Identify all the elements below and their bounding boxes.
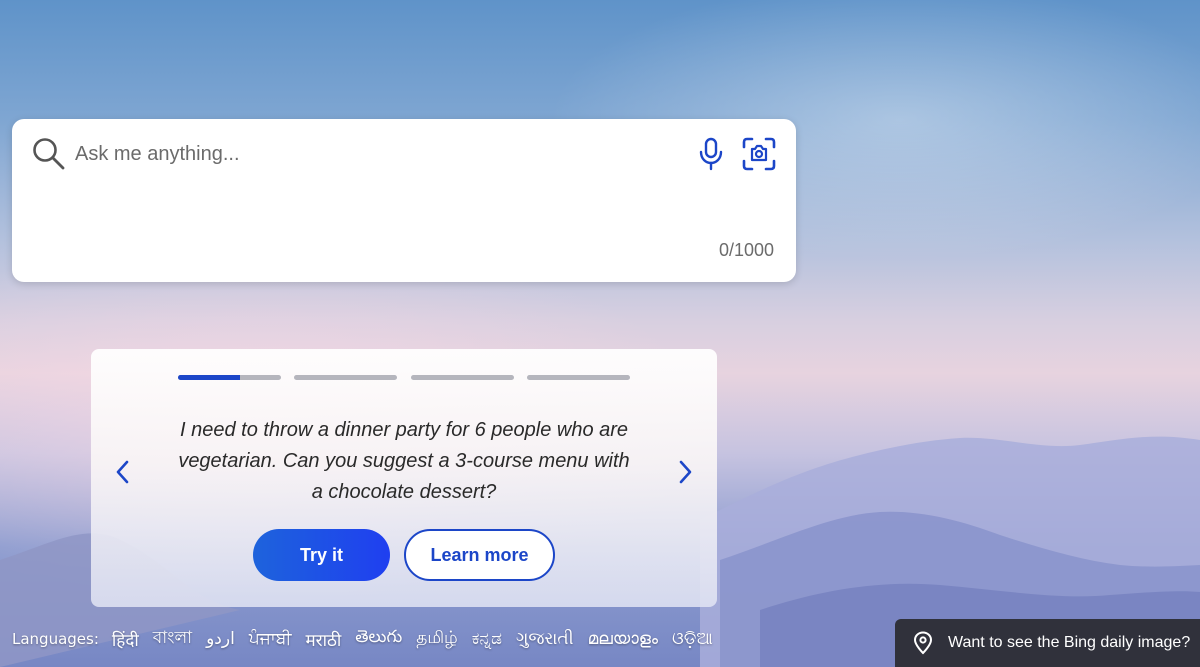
language-link-hindi[interactable]: हिंदी	[112, 628, 139, 651]
daily-image-text: Want to see the Bing daily image?	[948, 634, 1191, 651]
languages-label: Languages:	[12, 630, 99, 648]
daily-image-banner[interactable]: Want to see the Bing daily image?	[895, 619, 1200, 667]
language-link-malayalam[interactable]: മലയാളം	[588, 629, 658, 649]
language-link-marathi[interactable]: मराठी	[305, 628, 341, 651]
language-link-gujarati[interactable]: ગુજરાતી	[516, 629, 574, 649]
learn-more-button[interactable]: Learn more	[404, 529, 555, 581]
progress-segment[interactable]	[527, 375, 630, 380]
progress-segment[interactable]	[294, 375, 397, 380]
search-input[interactable]	[75, 141, 675, 167]
visual-search-icon[interactable]	[741, 136, 777, 172]
search-icon	[33, 138, 65, 170]
progress-segment[interactable]	[178, 375, 281, 380]
language-link-punjabi[interactable]: ਪੰਜਾਬੀ	[249, 629, 292, 649]
suggestion-prompt: I need to throw a dinner party for 6 peo…	[178, 419, 630, 503]
chevron-left-icon[interactable]	[113, 457, 133, 487]
language-link-urdu[interactable]: اردو	[206, 629, 235, 649]
location-pin-icon	[913, 631, 933, 655]
microphone-icon[interactable]	[698, 137, 724, 171]
search-box: 0/1000	[12, 119, 796, 282]
progress-segment[interactable]	[411, 375, 514, 380]
chevron-right-icon[interactable]	[675, 457, 695, 487]
try-it-button[interactable]: Try it	[253, 529, 390, 581]
character-count: 0/1000	[718, 240, 774, 260]
language-link-odia[interactable]: ଓଡ଼ିଆ	[672, 629, 713, 649]
language-link-telugu[interactable]: తెలుగు	[355, 627, 402, 651]
language-link-tamil[interactable]: தமிழ்	[416, 628, 458, 650]
language-link-kannada[interactable]: ಕನ್ನಡ	[472, 629, 502, 649]
languages-bar: Languages: हिंदी বাংলা اردو ਪੰਜਾਬੀ मराठी…	[12, 624, 727, 654]
language-link-bangla[interactable]: বাংলা	[153, 625, 192, 653]
suggestion-card: I need to throw a dinner party for 6 peo…	[91, 349, 717, 607]
